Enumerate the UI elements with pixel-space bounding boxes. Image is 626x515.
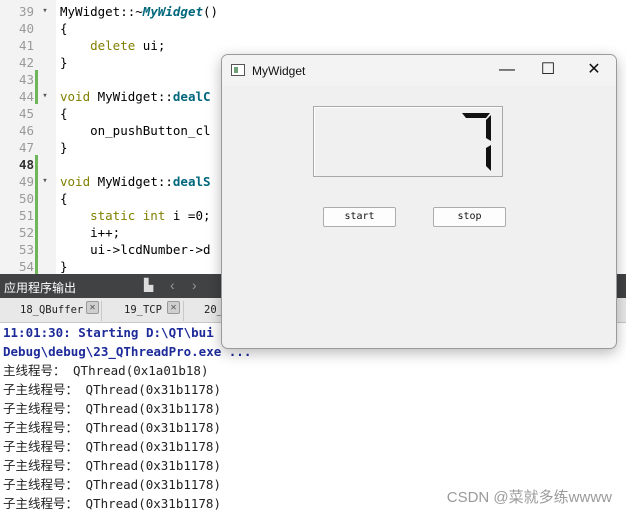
stop-button[interactable]: stop: [433, 207, 506, 227]
code-token: }: [60, 140, 68, 155]
output-line: 主线程号： QThread(0x1a01b18): [3, 363, 209, 378]
output-line: 子主线程号： QThread(0x31b1178): [3, 496, 221, 511]
code-token: void: [60, 174, 91, 189]
code-text: static int i =0;: [60, 207, 211, 224]
code-text: on_pushButton_cl: [60, 122, 211, 139]
lcd-segment-top: [462, 113, 490, 118]
line-number: 50: [18, 191, 34, 206]
code-token: i++;: [60, 225, 121, 240]
code-text: MyWidget::~MyWidget(): [60, 3, 218, 20]
line-number: 47: [18, 140, 34, 155]
code-token: dealC: [172, 89, 211, 104]
output-line: 子主线程号： QThread(0x31b1178): [3, 382, 221, 397]
application-output[interactable]: 11:01:30: Starting D:\QT\bui Debug\debug\…: [0, 323, 626, 515]
close-icon[interactable]: ✕: [86, 301, 99, 314]
line-number: 54: [18, 259, 34, 274]
code-token: ui->lcdNumber->d: [60, 242, 211, 257]
code-token: i =0;: [165, 208, 211, 223]
minimize-button[interactable]: —: [487, 59, 527, 83]
modified-lines-marker: [35, 70, 38, 104]
code-token: {: [60, 21, 68, 36]
line-number: 43: [18, 72, 34, 87]
output-line: 子主线程号： QThread(0x31b1178): [3, 477, 221, 492]
code-token: }: [60, 259, 68, 274]
line-number: 48: [18, 157, 34, 172]
code-token: {: [60, 191, 68, 206]
watermark: CSDN @菜就多练wwww: [446, 489, 612, 506]
code-line[interactable]: 39 ▾ MyWidget::~MyWidget(): [0, 3, 626, 20]
code-line[interactable]: 41 delete ui;: [0, 37, 626, 54]
code-token: delete: [60, 38, 136, 53]
line-number: 52: [18, 225, 34, 240]
code-text: {: [60, 190, 68, 207]
fold-toggle-icon[interactable]: ▾: [40, 173, 50, 190]
window-titlebar[interactable]: MyWidget — ☐ ✕: [222, 55, 616, 86]
code-token: dealS: [172, 174, 211, 189]
code-text: }: [60, 139, 68, 156]
fold-toggle-icon[interactable]: ▾: [40, 88, 50, 105]
maximize-button[interactable]: ☐: [528, 59, 568, 83]
window-title: MyWidget: [252, 64, 306, 78]
line-number: 39: [18, 4, 34, 19]
line-number: 49: [18, 174, 34, 189]
line-number: 53: [18, 242, 34, 257]
code-token: static int: [60, 208, 166, 223]
output-line: 11:01:30: Starting D:\QT\bui: [3, 325, 214, 340]
code-text: {: [60, 105, 68, 122]
line-number: 45: [18, 106, 34, 121]
close-icon[interactable]: ✕: [167, 301, 180, 314]
line-number: 46: [18, 123, 34, 138]
code-token: (): [203, 4, 219, 19]
lcd-digit: 7: [462, 113, 491, 171]
code-token: void: [60, 89, 91, 104]
line-number: 44: [18, 89, 34, 104]
code-line[interactable]: 40 {: [0, 20, 626, 37]
lcd-segment-lower-right: [486, 145, 491, 171]
code-token: MyWidget::: [90, 89, 173, 104]
close-button[interactable]: ✕: [574, 59, 614, 83]
output-pane-title: 应用程序输出: [4, 281, 77, 295]
output-line: Debug\debug\23_QThreadPro.exe ...: [3, 344, 252, 359]
lcd-segment-upper-right: [486, 115, 491, 141]
previous-icon[interactable]: ‹: [170, 277, 175, 293]
line-number: 40: [18, 21, 34, 36]
output-line: 子主线程号： QThread(0x31b1178): [3, 458, 221, 473]
code-text: }: [60, 54, 68, 71]
line-number: 41: [18, 38, 34, 53]
mywidget-window: MyWidget — ☐ ✕ 7 start stop: [221, 54, 617, 349]
code-text: void MyWidget::dealC: [60, 88, 211, 105]
code-token: {: [60, 106, 68, 121]
tab-label: 19_TCP: [124, 304, 162, 316]
code-token: MyWidget::~: [60, 4, 143, 19]
next-icon[interactable]: ›: [192, 277, 197, 293]
code-text: ui->lcdNumber->d: [60, 241, 211, 258]
output-line: 子主线程号： QThread(0x31b1178): [3, 439, 221, 454]
fold-toggle-icon[interactable]: ▾: [40, 3, 50, 20]
code-text: }: [60, 258, 68, 275]
code-text: i++;: [60, 224, 120, 241]
tab-label: 18_QBuffer: [20, 304, 84, 316]
code-text: {: [60, 20, 68, 37]
lcd-number: 7: [313, 106, 503, 177]
start-button[interactable]: start: [323, 207, 396, 227]
code-token: }: [60, 55, 68, 70]
app-icon: [231, 64, 245, 76]
code-token: ui;: [135, 38, 166, 53]
output-line: 子主线程号： QThread(0x31b1178): [3, 420, 221, 435]
code-token: on_pushButton_cl: [60, 123, 211, 138]
code-token: MyWidget: [142, 4, 204, 19]
modified-lines-marker: [35, 155, 38, 274]
code-token: MyWidget::: [90, 174, 173, 189]
code-text: void MyWidget::dealS: [60, 173, 211, 190]
clear-output-icon[interactable]: ▙: [144, 278, 158, 294]
line-number: 51: [18, 208, 34, 223]
code-text: delete ui;: [60, 37, 165, 54]
line-number: 42: [18, 55, 34, 70]
output-line: 子主线程号： QThread(0x31b1178): [3, 401, 221, 416]
